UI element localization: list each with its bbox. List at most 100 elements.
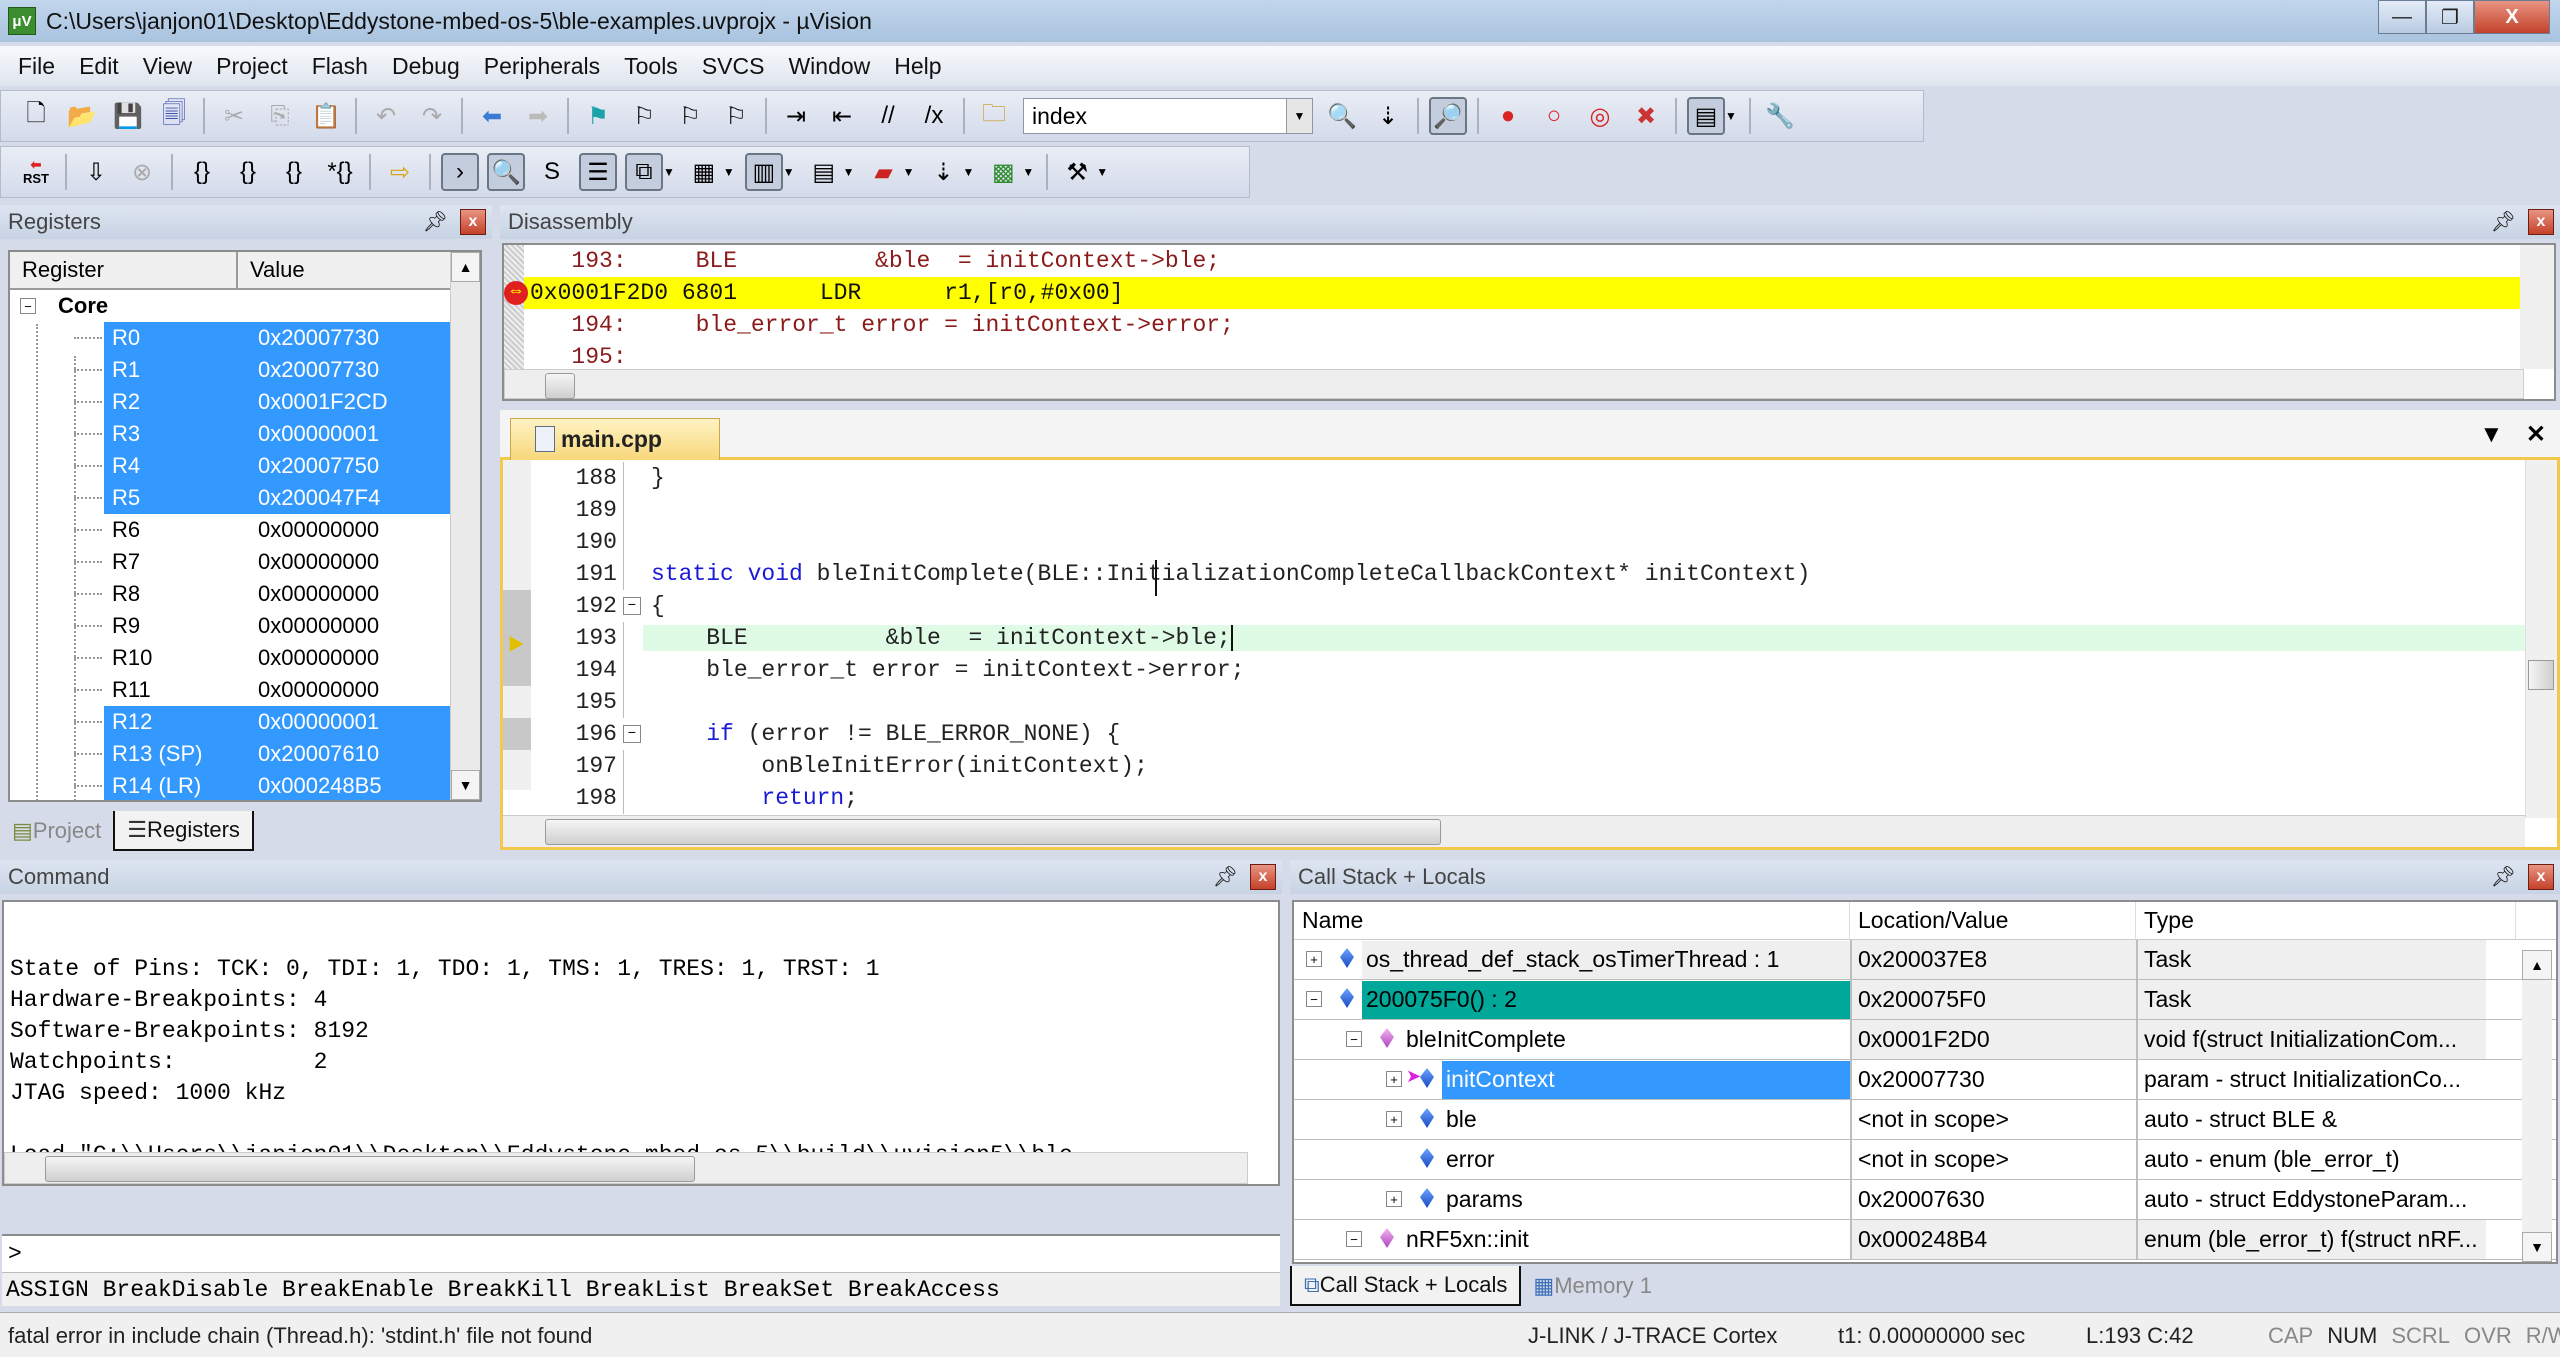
dropdown-arrow-icon[interactable]: ▼	[962, 165, 974, 179]
minimize-button[interactable]: —	[2378, 0, 2426, 34]
editor-hscrollbar[interactable]	[503, 815, 2525, 847]
tree-group-core[interactable]: − Core	[10, 290, 480, 322]
step-out-icon[interactable]: {}	[275, 153, 313, 191]
editor-tab-main-cpp[interactable]: main.cpp	[510, 418, 720, 460]
copy-icon[interactable]: ⎘	[261, 97, 299, 135]
menu-window[interactable]: Window	[776, 53, 882, 80]
column-header-value[interactable]: Value	[238, 252, 452, 288]
collapse-icon[interactable]: −	[1306, 991, 1322, 1007]
column-header-location[interactable]: Location/Value	[1850, 902, 2136, 939]
collapse-icon[interactable]: −	[20, 298, 36, 314]
menu-tools[interactable]: Tools	[612, 53, 690, 80]
tab-call-stack-locals[interactable]: ⧉ Call Stack + Locals	[1290, 1266, 1522, 1306]
save-icon[interactable]: 💾	[109, 97, 147, 135]
code-line[interactable]: 196− if (error != BLE_ERROR_NONE) {	[503, 718, 2527, 750]
navigate-forward-icon[interactable]: ➡	[519, 97, 557, 135]
configure-icon[interactable]: 🔧	[1761, 97, 1799, 135]
callstack-location[interactable]: <not in scope>	[1850, 1140, 2136, 1179]
register-value[interactable]: 0x0001F2CD	[258, 386, 388, 418]
paste-icon[interactable]: 📋	[307, 97, 345, 135]
register-value[interactable]: 0x00000000	[258, 610, 379, 642]
code-line[interactable]: 191 static void bleInitComplete(BLE::Init…	[503, 558, 2527, 590]
toolbox-icon[interactable]: ⚒	[1058, 153, 1096, 191]
callstack-row[interactable]: − nRF5xn::init 0x000248B4 enum (ble_error_t…	[1294, 1220, 2556, 1260]
menu-peripherals[interactable]: Peripherals	[472, 53, 612, 80]
scroll-down-icon[interactable]: ▼	[451, 770, 480, 800]
scroll-down-icon[interactable]: ▼	[2522, 1232, 2552, 1262]
expand-icon[interactable]: +	[1386, 1111, 1402, 1127]
register-value[interactable]: 0x00000000	[258, 578, 379, 610]
column-header-register[interactable]: Register	[10, 252, 238, 288]
editor-vscrollbar[interactable]	[2525, 460, 2557, 818]
disassembly-line[interactable]: 194: ble_error_t error = initContext->er…	[504, 309, 2554, 341]
bookmark-clear-icon[interactable]: ⚐	[717, 97, 755, 135]
close-panel-button[interactable]: x	[1250, 864, 1276, 890]
run-to-cursor-icon[interactable]: *{}	[321, 153, 359, 191]
uncomment-icon[interactable]: /x	[915, 97, 953, 135]
undo-icon[interactable]: ↶	[367, 97, 405, 135]
pin-icon[interactable]: 📌︎	[423, 209, 448, 234]
chevron-down-icon[interactable]: ▼	[1286, 99, 1312, 133]
code-line[interactable]: 198 return;	[503, 782, 2527, 814]
memory-window-icon[interactable]: ▥	[744, 153, 783, 191]
disassembly-line[interactable]: 0x0001F2D0 6801 LDR r1,[r0,#0x00]	[504, 277, 2554, 309]
disassembly-line[interactable]: 193: BLE &ble = initContext->ble;	[504, 245, 2554, 277]
open-file-icon[interactable]: 📂	[63, 97, 101, 135]
register-value[interactable]: 0x200047F4	[258, 482, 380, 514]
callstack-row[interactable]: + params 0x20007630 auto - struct Eddystone…	[1294, 1180, 2556, 1220]
register-value[interactable]: 0x00000001	[258, 706, 379, 738]
menu-help[interactable]: Help	[882, 53, 953, 80]
callstack-row[interactable]: + ➤ initContext 0x20007730 param - struct In…	[1294, 1060, 2556, 1100]
close-panel-button[interactable]: x	[2528, 864, 2554, 890]
tab-project[interactable]: ▤ Project	[0, 811, 113, 851]
symbols-window-icon[interactable]: S	[533, 153, 571, 191]
dropdown-arrow-icon[interactable]: ▼	[1096, 165, 1108, 179]
collapse-icon[interactable]: −	[1346, 1031, 1362, 1047]
close-tab-icon[interactable]: ✕	[2526, 421, 2546, 448]
scroll-thumb[interactable]	[45, 1156, 695, 1182]
callstack-row[interactable]: error <not in scope> auto - enum (ble_erro…	[1294, 1140, 2556, 1180]
callstack-location[interactable]: 0x20007630	[1850, 1180, 2136, 1219]
code-line[interactable]: 189	[503, 494, 2527, 526]
disassembly-vscrollbar[interactable]	[2520, 245, 2554, 369]
register-row[interactable]: R8 0x00000000	[10, 578, 480, 610]
serial-window-icon[interactable]: ▤	[805, 153, 843, 191]
dropdown-arrow-icon[interactable]: ▼	[843, 165, 855, 179]
register-row[interactable]: R10 0x00000000	[10, 642, 480, 674]
disassembly-window-icon[interactable]: 🔍	[487, 153, 525, 191]
register-row[interactable]: R12 0x00000001	[10, 706, 480, 738]
dropdown-arrow-icon[interactable]: ▼	[783, 165, 795, 179]
show-next-statement-icon[interactable]: ⇨	[381, 153, 419, 191]
find-combo-value[interactable]: index	[1024, 103, 1087, 130]
comment-icon[interactable]: //	[869, 97, 907, 135]
menu-edit[interactable]: Edit	[67, 53, 131, 80]
register-row[interactable]: R4 0x20007750	[10, 450, 480, 482]
breakpoint-insert-icon[interactable]: ●	[1489, 97, 1527, 135]
code-line[interactable]: 190	[503, 526, 2527, 558]
menu-debug[interactable]: Debug	[380, 53, 472, 80]
command-window-icon[interactable]: ›	[441, 153, 479, 191]
step-over-icon[interactable]: {}	[229, 153, 267, 191]
register-row[interactable]: R14 (LR) 0x000248B5	[10, 770, 480, 800]
code-editor[interactable]: 188} 189 190 191 static void bleInitComplete…	[500, 460, 2560, 850]
callstack-vscrollbar[interactable]: ▲ ▼	[2522, 950, 2552, 1262]
breakpoint-kill-all-icon[interactable]: ✖	[1627, 97, 1665, 135]
code-line[interactable]: 195	[503, 686, 2527, 718]
register-row[interactable]: R11 0x00000000	[10, 674, 480, 706]
register-value[interactable]: 0x00000000	[258, 642, 379, 674]
bookmark-toggle-icon[interactable]: ⚑	[579, 97, 617, 135]
menu-project[interactable]: Project	[204, 53, 300, 80]
callstack-location[interactable]: 0x0001F2D0	[1850, 1020, 2136, 1059]
bookmark-next-icon[interactable]: ⚐	[671, 97, 709, 135]
breakpoint-disable-all-icon[interactable]: ◎	[1581, 97, 1619, 135]
call-stack-window-icon[interactable]: ⧉	[625, 153, 663, 191]
fold-toggle-icon[interactable]: −	[623, 597, 641, 615]
callstack-location[interactable]: 0x200075F0	[1850, 980, 2136, 1019]
scroll-up-icon[interactable]: ▲	[2522, 950, 2552, 980]
register-value[interactable]: 0x20007730	[258, 354, 379, 386]
code-line[interactable]: 197 onBleInitError(initContext);	[503, 750, 2527, 782]
scroll-thumb[interactable]	[2528, 660, 2554, 690]
register-row[interactable]: R9 0x00000000	[10, 610, 480, 642]
tab-list-dropdown-icon[interactable]: ▼	[2479, 421, 2503, 448]
registers-scrollbar[interactable]: ▲ ▼	[450, 252, 480, 800]
